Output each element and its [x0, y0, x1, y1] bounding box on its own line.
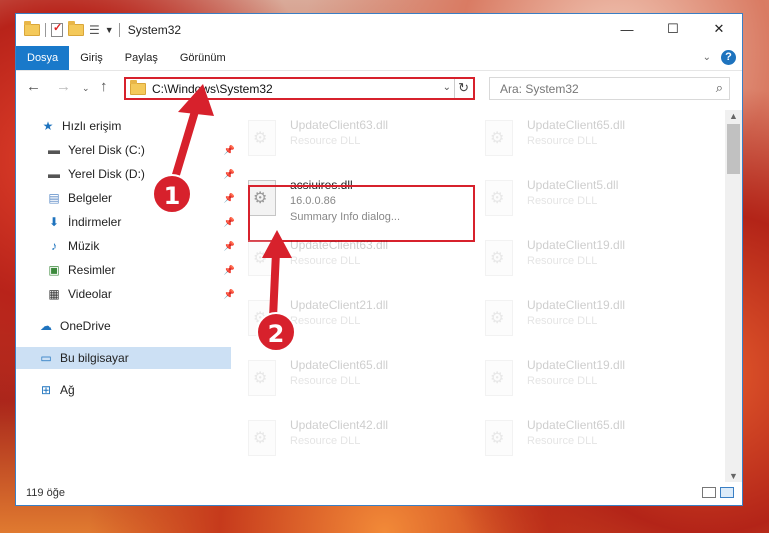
arrow-1-head — [178, 84, 214, 116]
callout-badge-1: 1 — [152, 174, 192, 214]
arrow-1-shaft — [171, 104, 200, 182]
arrow-2-head — [262, 230, 292, 258]
callout-badge-2: 2 — [256, 312, 296, 352]
annotation-arrows — [171, 84, 292, 322]
arrow-2-shaft — [269, 248, 280, 322]
